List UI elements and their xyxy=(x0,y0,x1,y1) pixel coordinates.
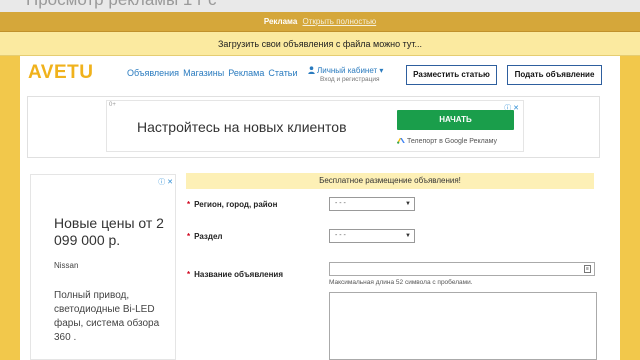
ad-bar-label: Реклама xyxy=(263,17,298,26)
nav-item-ads[interactable]: Объявления xyxy=(127,68,179,78)
section-label: * Раздел xyxy=(187,232,223,241)
ad-headline: Настройтесь на новых клиентов xyxy=(137,119,347,135)
video-title: Просмотр рекламы 1 г с xyxy=(26,0,217,10)
side-ad[interactable]: ⓘ ✕ Новые цены от 2 099 000 р. Nissan По… xyxy=(30,174,176,360)
ad-source-text: Телепорт в Google Рекламу xyxy=(407,138,498,145)
required-mark: * xyxy=(187,270,191,279)
post-article-button[interactable]: Разместить статью xyxy=(406,65,497,85)
chevron-down-icon: ▼ xyxy=(405,233,411,239)
title-label: * Название объявления xyxy=(187,270,283,279)
ad-description-textarea[interactable] xyxy=(329,292,597,360)
section-select[interactable]: - - - ▼ xyxy=(329,229,415,243)
top-nav: Объявления Магазины Реклама Статьи xyxy=(127,68,298,78)
site-logo[interactable]: AVETU xyxy=(28,62,93,84)
side-ad-brand: Nissan xyxy=(54,261,79,270)
video-title-band: Просмотр рекламы 1 г с xyxy=(0,0,640,12)
user-icon xyxy=(308,66,315,74)
required-mark: * xyxy=(187,232,191,241)
post-ad-button[interactable]: Подать объявление xyxy=(507,65,602,85)
side-ad-description: Полный привод, светодиодные Bi-LED фары,… xyxy=(54,290,160,343)
side-ad-title: Новые цены от 2 099 000 р. xyxy=(54,215,164,248)
chevron-down-icon: ▼ xyxy=(405,201,411,207)
nav-item-articles[interactable]: Статьи xyxy=(268,68,297,78)
open-full-link[interactable]: Открыть полностью xyxy=(303,17,377,26)
account-login-link[interactable]: Вход и регистрация xyxy=(320,76,383,83)
google-ads-icon xyxy=(397,138,405,144)
nav-item-advertising[interactable]: Реклама xyxy=(228,68,264,78)
top-banner-ad[interactable]: 0+ ⓘ ✕ Настройтесь на новых клиентов НАЧ… xyxy=(106,100,524,152)
main-container: AVETU Объявления Магазины Реклама Статьи… xyxy=(20,56,620,360)
ad-notice-bar: Реклама Открыть полностью xyxy=(0,12,640,32)
keyboard-icon[interactable]: ≡ xyxy=(584,265,591,273)
region-select[interactable]: - - - ▼ xyxy=(329,197,415,211)
upload-notice[interactable]: Загрузить свои объявления с файла можно … xyxy=(0,32,640,56)
side-adchoices-icon[interactable]: ⓘ ✕ xyxy=(158,177,173,187)
ad-cta-button[interactable]: НАЧАТЬ xyxy=(397,110,514,130)
required-mark: * xyxy=(187,200,191,209)
ad-source: Телепорт в Google Рекламу xyxy=(397,137,497,145)
nav-item-shops[interactable]: Магазины xyxy=(183,68,224,78)
title-hint: Максимальная длина 52 символа с пробелам… xyxy=(329,279,473,286)
region-label: * Регион, город, район xyxy=(187,200,278,209)
account-menu[interactable]: Личный кабинет ▾ Вход и регистрация xyxy=(308,65,383,83)
form-banner: Бесплатное размещение объявления! xyxy=(186,173,594,189)
ad-age-mark: 0+ xyxy=(109,102,116,108)
ad-title-input[interactable]: ≡ xyxy=(329,262,595,276)
account-label: Личный кабинет ▾ xyxy=(317,66,384,75)
